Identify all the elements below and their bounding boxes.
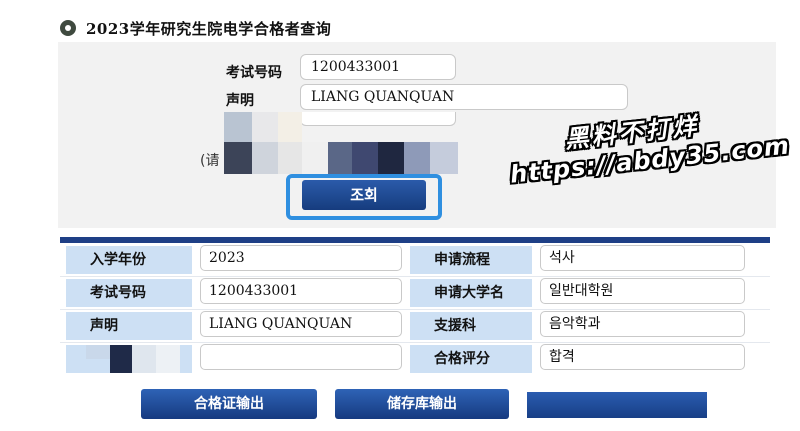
cell-value-admission-year: 2023 (200, 245, 402, 271)
exam-no-input[interactable]: 1200433001 (300, 54, 456, 80)
circle-bullet-icon (60, 20, 76, 36)
print-certificate-button[interactable]: 合格证输出 (141, 389, 317, 419)
cell-value-exam-no: 1200433001 (200, 278, 402, 304)
cell-value-department: 음악학과 (540, 311, 745, 337)
redacted-button (527, 392, 707, 418)
query-button[interactable]: 조회 (302, 180, 426, 210)
redacted-mosaic (224, 112, 464, 174)
row-divider (60, 342, 770, 343)
cell-label-application-process: 申请流程 (410, 246, 532, 274)
cell-label-exam-no: 考试号码 (66, 279, 192, 307)
name-label: 声明 (226, 93, 254, 109)
cell-value-redacted (200, 344, 402, 370)
cell-value-pass-result: 합격 (540, 344, 745, 370)
cell-value-application-process: 석사 (540, 245, 745, 271)
cell-label-name: 声明 (66, 312, 192, 340)
cell-label-redacted (66, 345, 192, 373)
page-title: 2023学年研究生院电学合格者查询 (86, 19, 332, 38)
page-header: 2023学年研究生院电学合格者查询 (60, 16, 331, 40)
exam-no-label: 考试号码 (226, 65, 282, 81)
hint-text: (请 (200, 153, 220, 169)
cell-label-university-name: 申请大学名 (410, 279, 532, 307)
cell-label-pass-result: 合格评分 (410, 345, 532, 373)
redacted-mosaic-row (86, 345, 186, 373)
cell-label-admission-year: 入学年份 (66, 246, 192, 274)
cell-label-department: 支援科 (410, 312, 532, 340)
cell-value-name: LIANG QUANQUAN (200, 311, 402, 337)
row-divider (60, 309, 770, 310)
cell-value-university-name: 일반대학원 (540, 278, 745, 304)
row-divider (60, 276, 770, 277)
result-table-top-bar (60, 237, 770, 243)
archive-output-button[interactable]: 储存库输出 (335, 389, 509, 419)
name-input[interactable]: LIANG QUANQUAN (300, 84, 628, 110)
